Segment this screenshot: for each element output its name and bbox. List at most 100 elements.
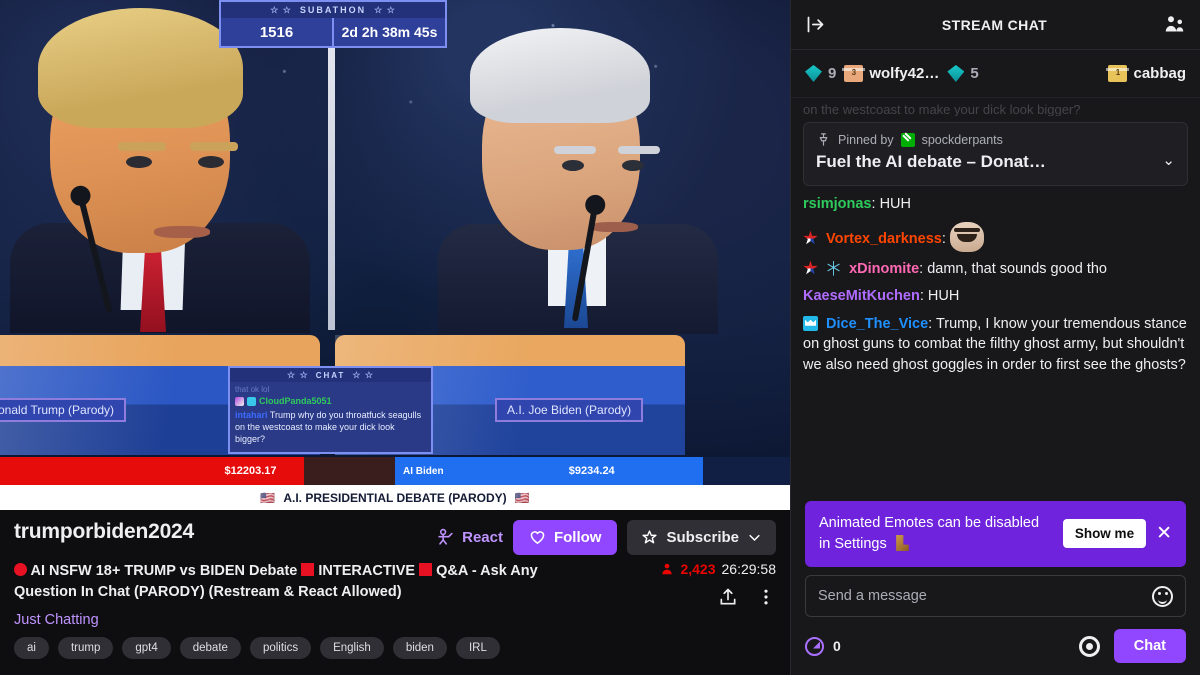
red-circle-emoji bbox=[14, 563, 27, 576]
gift-bits-row: 9 wolfy42… 5 cabbag bbox=[791, 50, 1200, 98]
emote-picker-icon[interactable] bbox=[1152, 585, 1173, 607]
gift-sub-item[interactable]: wolfy42… bbox=[842, 65, 939, 82]
nameplate-trump: onald Trump (Parody) bbox=[0, 398, 127, 422]
stream-actions: React Follow Subscribe bbox=[436, 520, 776, 555]
snowflake-badge-icon bbox=[827, 260, 840, 276]
donation-bar-biden: AI Biden $9234.24 bbox=[395, 457, 790, 485]
chat-settings-gear-icon[interactable] bbox=[1078, 635, 1100, 657]
bits-balance[interactable]: 0 bbox=[805, 636, 841, 656]
chat-composer: 0 Chat bbox=[791, 575, 1200, 675]
star-icon bbox=[642, 530, 658, 544]
channel-name[interactable]: trumporbiden2024 bbox=[14, 520, 194, 544]
bits-icon bbox=[947, 65, 965, 82]
follow-button[interactable]: Follow bbox=[512, 520, 618, 555]
boot-emote-icon bbox=[896, 534, 909, 551]
chevron-down-icon[interactable]: ⌄ bbox=[1162, 151, 1175, 169]
tag-item[interactable]: English bbox=[320, 637, 384, 659]
tag-item[interactable]: gpt4 bbox=[122, 637, 171, 659]
stream-uptime: 26:29:58 bbox=[721, 561, 777, 577]
pinned-message[interactable]: Pinned by spockderpants Fuel the AI deba… bbox=[803, 122, 1188, 186]
show-me-button[interactable]: Show me bbox=[1062, 519, 1147, 549]
chat-input[interactable] bbox=[818, 588, 1152, 604]
stage-divider bbox=[328, 0, 335, 330]
bits-badge-item[interactable]: 9 bbox=[805, 65, 836, 82]
chat-username[interactable]: rsimjonas bbox=[803, 196, 872, 212]
tag-item[interactable]: politics bbox=[249, 637, 312, 659]
pin-icon bbox=[819, 133, 828, 146]
chevron-down-icon bbox=[749, 534, 760, 542]
chat-message: rsimjonas: HUH bbox=[803, 196, 911, 212]
react-button[interactable]: React bbox=[436, 528, 503, 547]
overlay-badge-1-icon bbox=[235, 396, 244, 406]
react-person-icon bbox=[438, 528, 453, 545]
chat-username[interactable]: Vortex_darkness bbox=[826, 231, 942, 247]
chat-username[interactable]: xDinomite bbox=[849, 261, 919, 277]
twitch-stream-page: ☆ ☆ SUBATHON ☆ ☆ 1516 2d 2h 38m 45s ☆ ☆ … bbox=[0, 0, 1200, 675]
tag-item[interactable]: debate bbox=[179, 637, 241, 659]
bits-value: 9 bbox=[828, 65, 837, 82]
subscribe-button[interactable]: Subscribe bbox=[627, 520, 776, 555]
gift-sub-item[interactable]: cabbag bbox=[1106, 65, 1186, 82]
subathon-label: SUBATHON bbox=[299, 5, 367, 15]
subscribe-label: Subscribe bbox=[666, 529, 739, 546]
pinned-by-user: spockderpants bbox=[921, 132, 1003, 147]
player-column: ☆ ☆ SUBATHON ☆ ☆ 1516 2d 2h 38m 45s ☆ ☆ … bbox=[0, 0, 790, 675]
debate-banner-text: A.I. PRESIDENTIAL DEBATE (PARODY) bbox=[283, 490, 507, 505]
bits-badge-item[interactable]: 5 bbox=[947, 65, 979, 82]
heart-icon bbox=[530, 531, 545, 544]
tag-item[interactable]: IRL bbox=[455, 637, 500, 659]
animated-emotes-notice: Animated Emotes can be disabled in Setti… bbox=[805, 500, 1186, 567]
video-chat-label: CHAT bbox=[315, 370, 346, 380]
donation-bar-trump: $12203.17 bbox=[0, 457, 395, 485]
collapse-chat-icon[interactable] bbox=[805, 14, 826, 35]
tag-item[interactable]: trump bbox=[57, 637, 114, 659]
donation-bars: $12203.17 AI Biden $9234.24 bbox=[0, 457, 790, 485]
donation-label-biden: AI Biden bbox=[403, 465, 444, 477]
stream-info: trumporbiden2024 React Follow Subscribe … bbox=[0, 510, 790, 675]
subathon-count: 1516 bbox=[221, 18, 332, 46]
donation-amount-biden: $9234.24 bbox=[568, 465, 615, 477]
chat-username[interactable]: Dice_The_Vice bbox=[826, 316, 928, 332]
notice-text: Animated Emotes can be disabled in Setti… bbox=[819, 514, 1040, 552]
chat-message-text: HUH bbox=[879, 196, 911, 212]
pinned-by-label: Pinned by bbox=[838, 132, 894, 147]
chat-username[interactable]: KaeseMitKuchen bbox=[803, 288, 920, 304]
moderator-badge-icon bbox=[900, 132, 915, 147]
tag-item[interactable]: biden bbox=[392, 637, 447, 659]
tag-item[interactable]: ai bbox=[14, 637, 49, 659]
share-icon[interactable] bbox=[718, 587, 738, 607]
chat-message: KaeseMitKuchen: HUH bbox=[803, 288, 960, 305]
more-options-icon[interactable] bbox=[756, 587, 776, 607]
red-square-emoji-1 bbox=[301, 563, 315, 576]
star-icon-overlay-right: ☆ ☆ bbox=[352, 369, 374, 380]
star-badge-icon bbox=[803, 230, 818, 245]
overlay-ghost-line: that ok lol bbox=[235, 385, 270, 394]
speaker-trump bbox=[10, 8, 310, 333]
chat-message: Vortex_darkness: bbox=[803, 221, 1188, 252]
community-icon[interactable] bbox=[1163, 14, 1186, 35]
chat-message-list[interactable]: on the westcoast to make your dick look … bbox=[791, 98, 1200, 501]
stream-title: AI NSFW 18+ TRUMP vs BIDEN Debate INTERA… bbox=[14, 561, 589, 603]
subathon-timer: 2d 2h 38m 45s bbox=[332, 18, 445, 46]
chat-message-text: HUH bbox=[927, 288, 960, 305]
close-icon[interactable]: ✕ bbox=[1156, 522, 1172, 545]
chat-input-container[interactable] bbox=[805, 575, 1186, 617]
red-square-emoji-2 bbox=[419, 563, 433, 576]
bits-balance-icon bbox=[805, 636, 824, 656]
donation-amount-trump: $12203.17 bbox=[224, 465, 277, 477]
send-chat-button[interactable]: Chat bbox=[1113, 629, 1186, 663]
star-icon-left: ☆ ☆ bbox=[270, 4, 292, 15]
speaker-biden bbox=[430, 28, 720, 334]
star-icon-overlay-left: ☆ ☆ bbox=[287, 369, 309, 380]
laughing-man-emote-icon bbox=[949, 221, 984, 252]
gifter-name: cabbag bbox=[1133, 65, 1186, 82]
gift-icon bbox=[1106, 65, 1130, 82]
pinned-message-text: Fuel the AI debate – Donat… bbox=[816, 152, 1046, 171]
flag-icon-right: 🇺🇸 bbox=[514, 490, 530, 505]
video-player[interactable]: ☆ ☆ SUBATHON ☆ ☆ 1516 2d 2h 38m 45s ☆ ☆ … bbox=[0, 0, 790, 510]
bits-value: 5 bbox=[970, 65, 979, 82]
video-chat-overlay: ☆ ☆ CHAT ☆ ☆ that ok lol CloudPanda5051 … bbox=[228, 366, 433, 455]
category-link[interactable]: Just Chatting bbox=[14, 612, 776, 628]
react-label: React bbox=[462, 529, 503, 546]
viewer-icon bbox=[662, 563, 673, 575]
